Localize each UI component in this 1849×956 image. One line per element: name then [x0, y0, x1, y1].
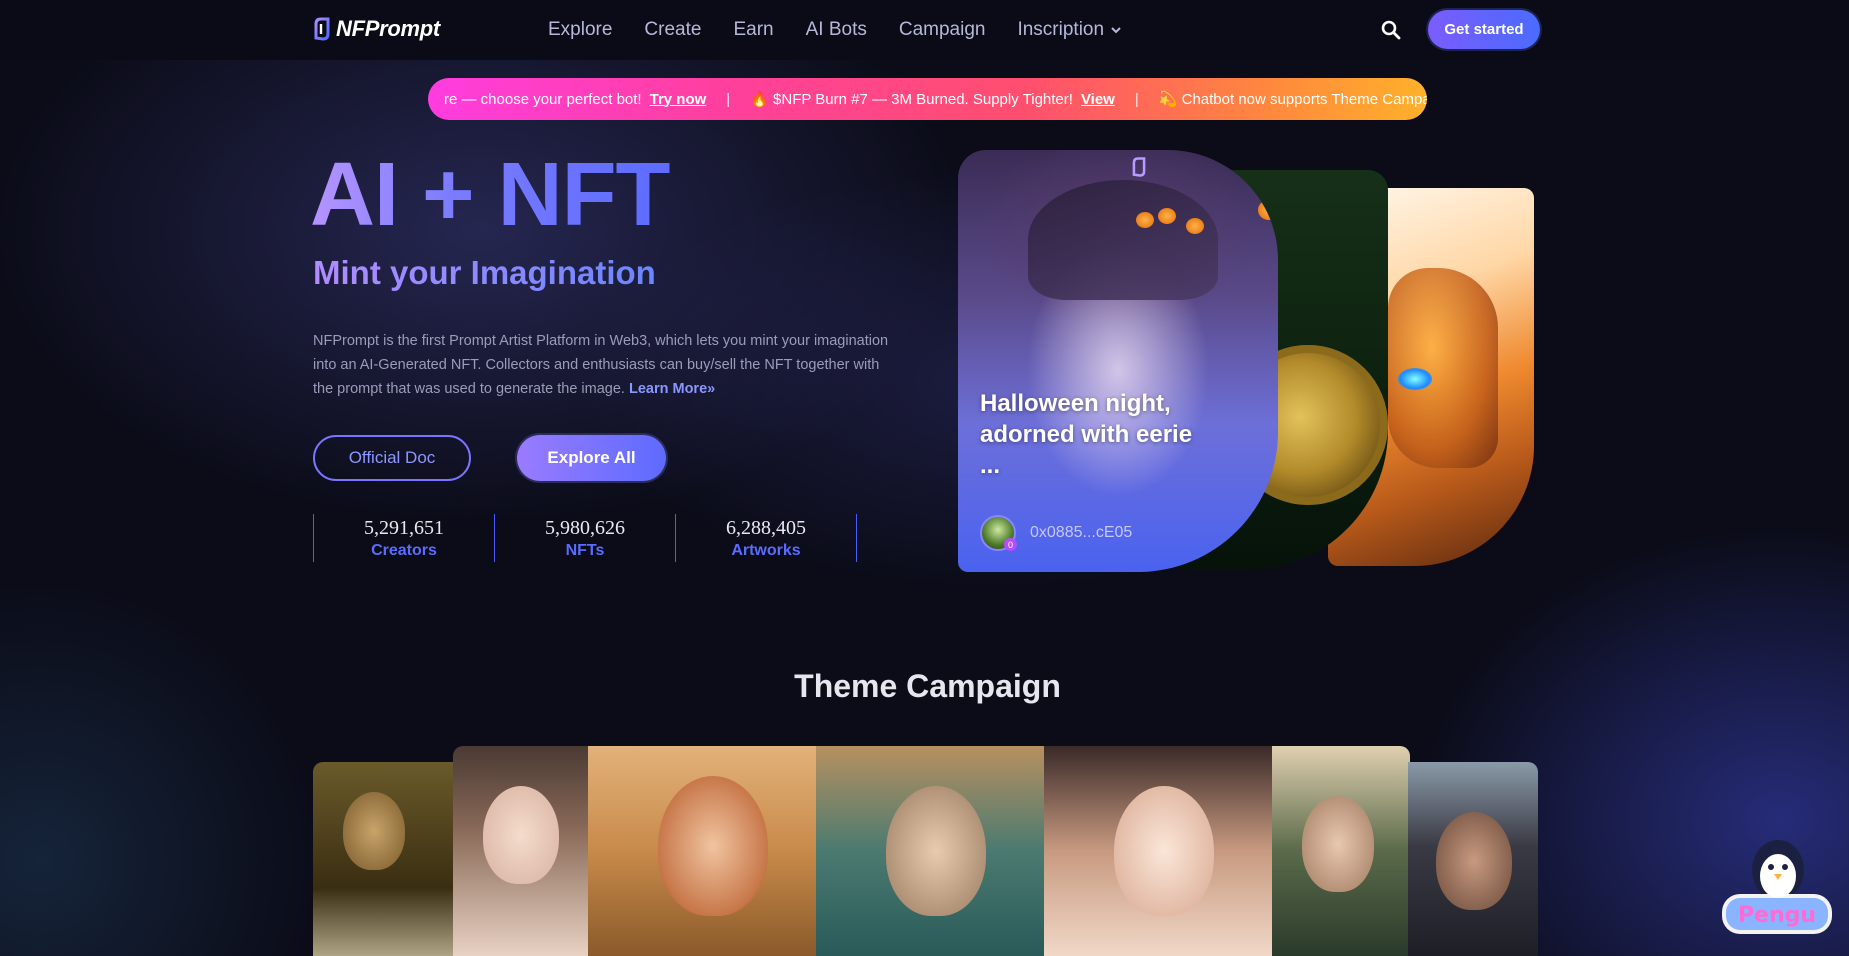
campaign-card-girl1[interactable] [453, 746, 590, 956]
avatar: 0 [980, 515, 1017, 551]
portrait-image [1302, 796, 1374, 892]
nft-card-title: Halloween night, adorned with eerie ... [980, 390, 1193, 479]
nav-earn[interactable]: Earn [733, 19, 773, 41]
ticker-try-now-link[interactable]: Try now [650, 91, 707, 108]
ticker-item: 💫 Chatbot now supports Theme Campaign [1159, 90, 1427, 108]
stat-artworks: 6,288,405 Artworks [675, 514, 857, 562]
nav-campaign[interactable]: Campaign [899, 19, 986, 41]
ticker-item: 🔥 $NFP Burn #7 — 3M Burned. Supply Tight… [750, 90, 1115, 109]
announcement-ticker: re — choose your perfect bot! Try now | … [428, 78, 1427, 120]
stats-row: 5,291,651 Creators 5,980,626 NFTs 6,288,… [313, 514, 857, 562]
pumpkin-decor [1136, 212, 1154, 228]
portrait-image [886, 786, 986, 916]
portrait-image [483, 786, 559, 884]
nav-create[interactable]: Create [644, 19, 701, 41]
top-nav: NFPrompt Explore Create Earn AI Bots Cam… [0, 0, 1849, 60]
avatar-badge: 0 [1004, 538, 1017, 551]
nav-inscription-label: Inscription [1017, 19, 1105, 40]
hero-description-text: NFPrompt is the first Prompt Artist Plat… [313, 333, 889, 397]
official-doc-button[interactable]: Official Doc [313, 435, 471, 481]
portrait-image [1436, 812, 1512, 910]
ticker-item: re — choose your perfect bot! Try now [444, 91, 706, 108]
nav-links: Explore Create Earn AI Bots Campaign Ins… [548, 19, 1154, 41]
get-started-button[interactable]: Get started [1428, 10, 1540, 49]
nft-card-owner[interactable]: 0 0x0885...cE05 [980, 515, 1132, 551]
hero-subtitle: Mint your Imagination [313, 254, 656, 291]
portrait-image [1114, 786, 1214, 916]
logo-icon [314, 17, 330, 41]
nfprompt-badge-icon [1132, 157, 1146, 177]
theme-campaign-title: Theme Campaign [794, 668, 1061, 704]
stat-value: 6,288,405 [726, 516, 806, 539]
pengu-mascot-icon[interactable]: Pengu [1716, 822, 1838, 942]
nav-ai-bots[interactable]: AI Bots [806, 19, 867, 41]
learn-more-link[interactable]: Learn More» [629, 381, 715, 397]
campaign-card-man[interactable] [1408, 762, 1538, 956]
svg-text:Pengu: Pengu [1738, 903, 1816, 928]
witch-hat-image [1028, 180, 1218, 300]
hero-title: AI + NFT [310, 145, 671, 245]
campaign-card-girl2[interactable] [1044, 746, 1274, 956]
portrait-image [343, 792, 405, 870]
owner-address: 0x0885...cE05 [1030, 524, 1133, 541]
ticker-view-link[interactable]: View [1081, 91, 1115, 108]
pumpkin-decor [1186, 218, 1204, 234]
explore-all-button[interactable]: Explore All [517, 435, 666, 481]
theme-campaign-gallery [313, 746, 1543, 956]
portrait-image [658, 776, 768, 916]
search-icon[interactable] [1380, 19, 1402, 41]
nft-card-featured[interactable]: Halloween night, adorned with eerie ... … [958, 150, 1278, 572]
logo-text: NFPrompt [336, 16, 440, 41]
nav-inscription[interactable]: Inscription [1017, 19, 1122, 41]
stat-value: 5,291,651 [364, 516, 444, 539]
stat-value: 5,980,626 [545, 516, 625, 539]
stat-nfts: 5,980,626 NFTs [494, 514, 675, 562]
pumpkin-decor [1158, 208, 1176, 224]
chevron-down-icon [1111, 27, 1121, 34]
stat-label: Creators [371, 541, 437, 559]
stat-label: Artworks [731, 541, 801, 559]
campaign-card-teal[interactable] [816, 746, 1046, 956]
stat-creators: 5,291,651 Creators [313, 514, 494, 562]
campaign-card-mona[interactable] [313, 762, 455, 956]
pumpkin-decor [1258, 200, 1278, 220]
ticker-divider: | [726, 90, 731, 108]
campaign-card-floral[interactable] [1272, 746, 1410, 956]
ticker-text: re — choose your perfect bot! [444, 90, 642, 108]
nav-explore[interactable]: Explore [548, 19, 612, 41]
campaign-card-sunflower[interactable] [588, 746, 818, 956]
ticker-divider: | [1134, 90, 1139, 108]
hero-description: NFPrompt is the first Prompt Artist Plat… [313, 329, 903, 401]
stat-label: NFTs [565, 541, 605, 559]
logo[interactable]: NFPrompt [312, 16, 440, 42]
ticker-text: 🔥 $NFP Burn #7 — 3M Burned. Supply Tight… [750, 91, 1073, 108]
ticker-text: 💫 Chatbot now supports Theme Campaign [1158, 91, 1427, 108]
featured-nft-carousel[interactable]: Halloween night, adorned with eerie ... … [958, 150, 1538, 575]
